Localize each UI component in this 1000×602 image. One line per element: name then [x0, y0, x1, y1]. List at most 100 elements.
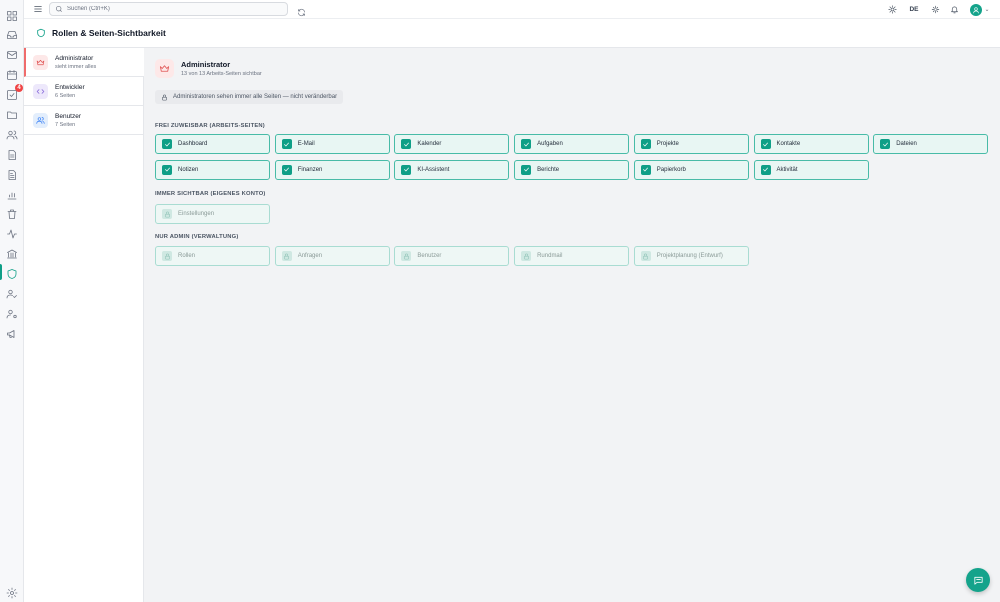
lock-icon	[281, 251, 292, 261]
checkbox-checked-icon[interactable]	[162, 164, 172, 175]
checkbox-checked-icon[interactable]	[640, 164, 651, 175]
lock-icon	[162, 209, 172, 219]
megaphone-icon[interactable]	[5, 327, 19, 341]
roles-list: Administrator sieht immer alles Entwickl…	[24, 48, 144, 602]
checkbox-checked-icon[interactable]	[521, 139, 532, 149]
chart-icon[interactable]	[5, 188, 19, 202]
search-input[interactable]	[67, 6, 267, 12]
page-toggle-ki-assistent[interactable]: KI-Assistent	[394, 159, 510, 180]
page-toggle-aktivität[interactable]: Aktivität	[753, 159, 869, 180]
lock-icon	[640, 251, 651, 261]
crown-icon	[155, 59, 174, 78]
lock-icon	[401, 251, 412, 261]
page-toggle-label: Aufgaben	[537, 141, 563, 147]
grid-icon[interactable]	[5, 9, 19, 23]
checkbox-checked-icon[interactable]	[521, 164, 532, 175]
role-sub: sieht immer alles	[55, 63, 97, 70]
refresh-icon[interactable]	[297, 4, 307, 17]
admin-info-text: Administratoren sehen immer alle Seiten …	[173, 94, 338, 100]
checkbox-checked-icon[interactable]	[281, 164, 292, 175]
page-toggle-label: Finanzen	[297, 166, 323, 173]
user-check-icon[interactable]	[5, 287, 19, 301]
search-bar[interactable]	[49, 2, 288, 16]
checkbox-checked-icon[interactable]	[401, 164, 412, 175]
tasks-icon[interactable]: 4	[5, 84, 23, 102]
checkbox-checked-icon[interactable]	[401, 139, 412, 149]
active-indicator	[0, 264, 2, 280]
role-item-benutzer[interactable]: Benutzer 7 Seiten	[24, 106, 144, 135]
document-icon[interactable]	[5, 148, 19, 162]
settings-gear-icon[interactable]	[5, 586, 19, 600]
hamburger-menu-icon[interactable]	[32, 3, 44, 15]
page-toggle-benutzer: Benutzer	[394, 246, 510, 266]
language-switch[interactable]: DE	[907, 3, 921, 16]
page-toggle-projektplanung-entwurf: Projektplanung (Entwurf)	[633, 246, 749, 266]
lock-icon	[162, 94, 167, 100]
users-icon[interactable]	[5, 128, 19, 142]
page-title: Rollen & Seiten-Sichtbarkeit	[52, 28, 166, 38]
page-toggle-e-mail[interactable]: E-Mail	[274, 134, 390, 154]
role-title: Administrator	[181, 60, 231, 69]
checkbox-checked-icon[interactable]	[760, 164, 771, 175]
role-visibility-count: 13 von 13 Arbeits-Seiten sichtbar	[181, 71, 262, 77]
checkbox-checked-icon[interactable]	[162, 139, 172, 149]
chat-icon	[973, 576, 983, 585]
page-toggle-notizen[interactable]: Notizen	[155, 159, 270, 180]
page-toggle-label: Rollen	[178, 253, 196, 259]
page-toggle-kontakte[interactable]: Kontakte	[753, 134, 869, 154]
shield-icon	[37, 28, 45, 38]
role-name: Entwickler	[55, 83, 85, 91]
shield-icon[interactable]	[5, 267, 19, 281]
page-toggle-label: Projektplanung (Entwurf)	[656, 253, 723, 259]
code-icon	[33, 83, 48, 99]
section-admin-label: NUR ADMIN (VERWALTUNG)	[155, 234, 239, 240]
page-toggle-berichte[interactable]: Berichte	[514, 159, 630, 180]
section-always-label: IMMER SICHTBAR (EIGENES KONTO)	[155, 191, 266, 197]
bell-icon[interactable]	[948, 3, 960, 16]
page-toggle-dashboard[interactable]: Dashboard	[155, 134, 270, 154]
sparkle-icon[interactable]	[929, 3, 941, 16]
page-toggle-label: Berichte	[537, 166, 560, 173]
page-toggle-projekte[interactable]: Projekte	[633, 134, 749, 154]
inbox-icon[interactable]	[5, 28, 19, 42]
checkbox-checked-icon[interactable]	[640, 139, 651, 149]
chat-fab[interactable]	[966, 568, 990, 592]
user-menu[interactable]: ⌄	[969, 3, 991, 16]
checkbox-checked-icon[interactable]	[281, 139, 292, 149]
top-bar: DE ⌄	[24, 0, 1000, 19]
user-cog-icon[interactable]	[5, 307, 19, 321]
language-label: DE	[909, 6, 919, 13]
trash-icon[interactable]	[5, 207, 19, 221]
chevron-down-icon[interactable]: ⌄	[984, 6, 989, 13]
page-toggle-finanzen[interactable]: Finanzen	[274, 159, 390, 180]
page-toggle-dateien[interactable]: Dateien	[873, 134, 989, 154]
page-toggle-label: Dateien	[896, 141, 917, 147]
checkbox-checked-icon[interactable]	[760, 139, 771, 149]
page-toggle-label: KI-Assistent	[417, 166, 450, 173]
checkbox-checked-icon[interactable]	[880, 139, 891, 149]
calendar-icon[interactable]	[5, 68, 19, 82]
role-item-administrator[interactable]: Administrator sieht immer alles	[24, 48, 144, 77]
crown-icon	[33, 54, 48, 70]
mail-icon[interactable]	[5, 48, 19, 62]
page-toggle-kalender[interactable]: Kalender	[394, 134, 510, 154]
page-toggle-einstellungen: Einstellungen	[155, 204, 270, 224]
page-toggle-label: Kalender	[417, 141, 442, 147]
page-toggle-label: Benutzer	[417, 253, 442, 259]
avatar[interactable]	[970, 3, 983, 16]
role-detail-panel: Administrator 13 von 13 Arbeits-Seiten s…	[144, 48, 1000, 602]
lock-icon	[162, 251, 172, 261]
page-toggle-papierkorb[interactable]: Papierkorb	[633, 159, 749, 180]
theme-sun-icon[interactable]	[886, 3, 898, 16]
page-toggle-aufgaben[interactable]: Aufgaben	[514, 134, 630, 154]
page-toggle-label: E-Mail	[297, 141, 315, 147]
bank-icon[interactable]	[5, 247, 19, 261]
folder-icon[interactable]	[5, 108, 19, 122]
page-toggle-label: Papierkorb	[656, 166, 686, 173]
page-toggle-anfragen: Anfragen	[274, 246, 390, 266]
activity-icon[interactable]	[5, 227, 19, 241]
role-item-entwickler[interactable]: Entwickler 6 Seiten	[24, 77, 144, 106]
lock-icon	[521, 251, 532, 261]
page-toggle-rollen: Rollen	[155, 246, 270, 266]
document-text-icon[interactable]	[5, 168, 19, 182]
